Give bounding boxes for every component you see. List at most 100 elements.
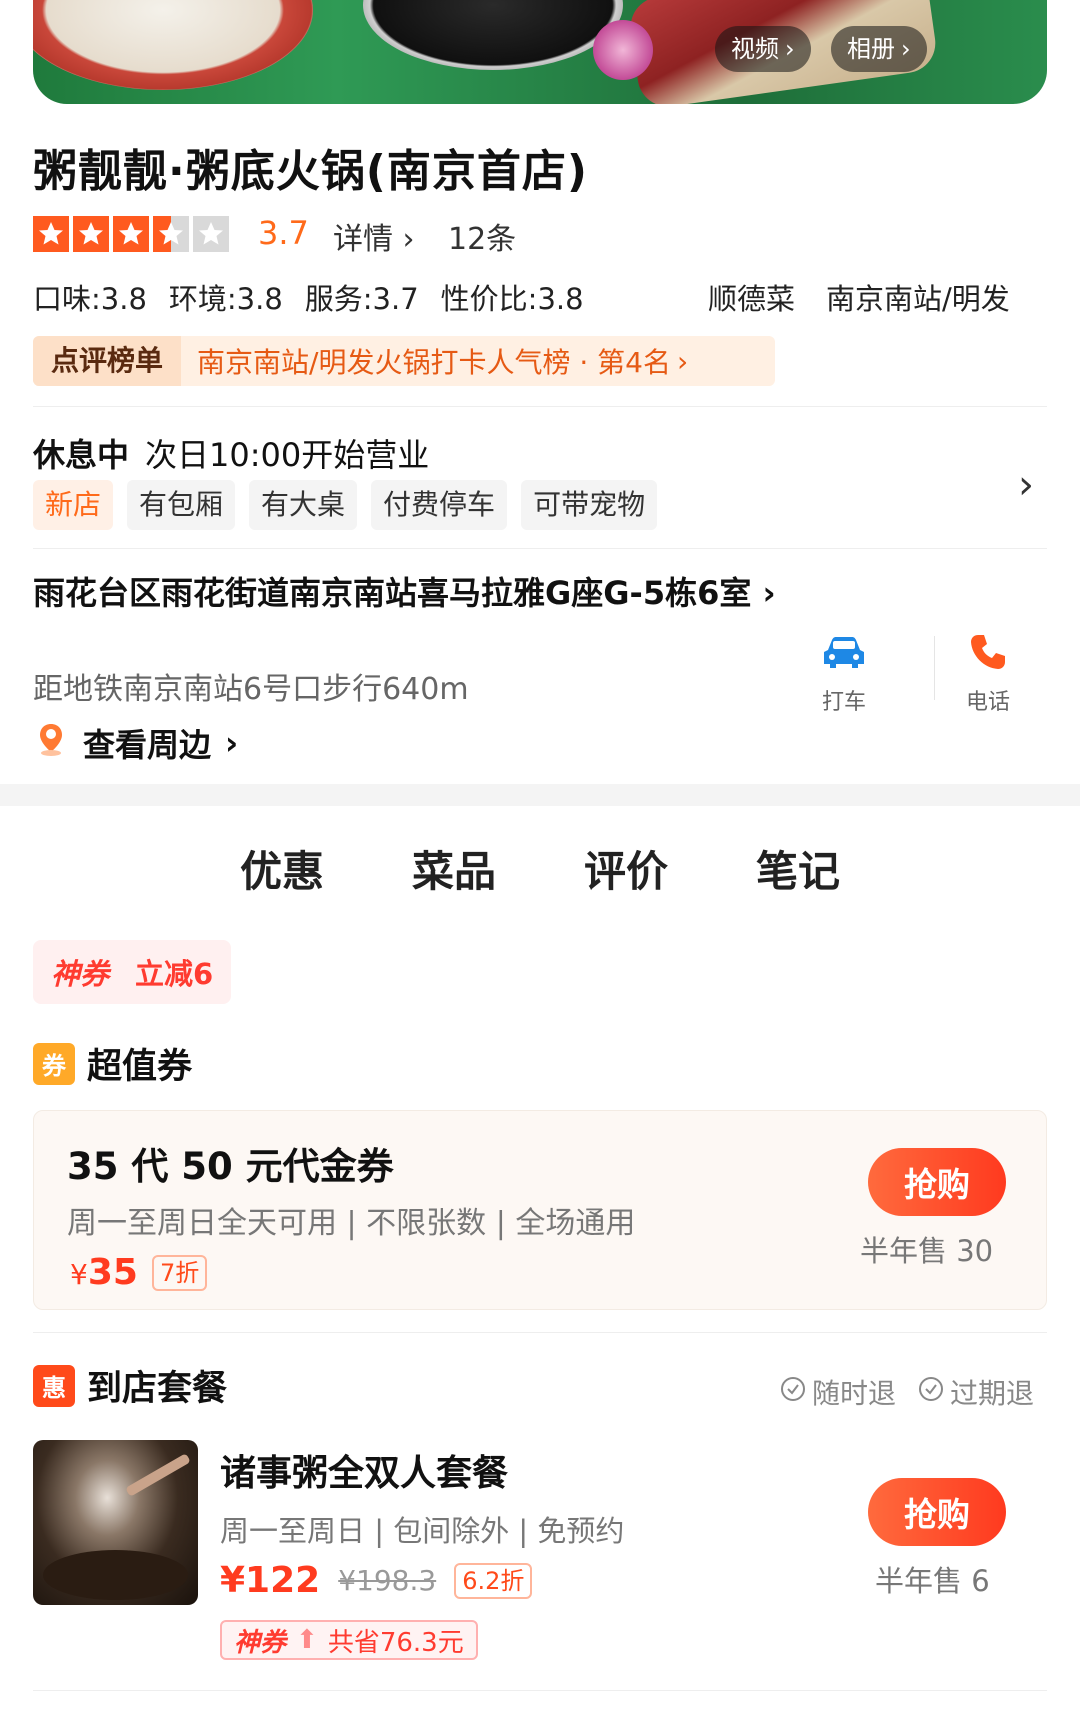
coupon-pill[interactable]: 神券 立减6: [33, 940, 232, 1004]
chevron-right-icon: ›: [762, 574, 776, 612]
shop-address[interactable]: 雨花台区雨花街道南京南站喜马拉雅G座G-5栋6室 ›: [33, 570, 793, 616]
hours-next-open: 次日10:00开始营业: [145, 436, 430, 474]
divider: [33, 1332, 1047, 1333]
phone-button[interactable]: 电话: [966, 632, 1010, 716]
score-value: 性价比:3.8: [440, 282, 584, 316]
saving-label: 神券: [234, 1627, 287, 1658]
star-rating: [33, 216, 229, 252]
cuisine-category: 顺德菜: [708, 282, 796, 316]
voucher-section-title: 超值券: [87, 1047, 193, 1087]
score-taste: 口味:3.8: [33, 282, 147, 316]
divider: [33, 406, 1047, 407]
saving-text: 共省76.3元: [327, 1627, 464, 1658]
taxi-button[interactable]: 打车: [820, 632, 868, 716]
chevron-right-icon: ›: [785, 35, 795, 63]
rating-score: 3.7: [258, 214, 309, 252]
divider: [33, 548, 1047, 549]
pot-shape: [43, 1550, 188, 1600]
rating-detail-link[interactable]: 详情 ›: [333, 214, 415, 258]
refund-anytime-label: 随时退: [812, 1377, 897, 1410]
hero-banner[interactable]: 视频 › 相册 ›: [33, 0, 1047, 104]
location-pin-icon: [33, 721, 69, 765]
score-environment: 环境:3.8: [168, 282, 283, 316]
package-thumbnail[interactable]: [33, 1440, 198, 1605]
package-subtitle: 周一至周日 | 包间除外 | 免预约: [220, 1514, 625, 1548]
hero-hotpot-image: [363, 0, 623, 70]
voucher-price-value: 35: [87, 1252, 138, 1293]
voucher-icon: 券: [33, 1042, 75, 1085]
video-label: 视频: [731, 35, 779, 63]
review-count[interactable]: 12条: [448, 214, 516, 258]
tab-deals[interactable]: 优惠: [235, 838, 328, 903]
check-circle-icon: [780, 1376, 806, 1409]
ranking-tag: 点评榜单: [33, 336, 182, 386]
coupon-saving-badge: 神券 ⬆ 共省76.3元: [220, 1620, 478, 1660]
tab-reviews[interactable]: 评价: [580, 838, 672, 899]
voucher-subtitle: 周一至周日全天可用 | 不限张数 | 全场通用: [67, 1206, 636, 1241]
chevron-right-icon: ›: [225, 724, 239, 762]
package-discount-badge: 6.2折: [454, 1562, 533, 1599]
ranking-banner[interactable]: 点评榜单 南京南站/明发火锅打卡人气榜 · 第4名 ›: [33, 336, 775, 386]
voucher-price: ¥35 7折: [70, 1252, 208, 1293]
divider: [33, 1690, 1047, 1691]
tag-paid-parking: 付费停车: [371, 480, 508, 530]
hours-status: 休息中: [33, 436, 130, 474]
shop-area: 南京南站/明发: [826, 282, 1010, 316]
detail-label: 详情: [333, 222, 393, 257]
refund-badges: 随时退 过期退: [780, 1372, 1034, 1412]
check-circle-icon: [918, 1376, 944, 1409]
sub-scores: 口味:3.8 环境:3.8 服务:3.7 性价比:3.8: [33, 276, 584, 318]
facility-tags: 新店 有包厢 有大桌 付费停车 可带宠物: [33, 480, 658, 530]
taxi-label: 打车: [821, 690, 866, 715]
chevron-right-icon: ›: [402, 222, 415, 257]
star-icon: [113, 216, 149, 252]
album-button[interactable]: 相册 ›: [831, 26, 927, 72]
tag-new-store: 新店: [33, 480, 114, 530]
star-icon: [73, 216, 109, 252]
tab-bar: 优惠 菜品 评价 笔记: [0, 838, 1080, 903]
package-price: ¥122 ¥198.3 6.2折: [220, 1560, 533, 1601]
voucher-buy-button[interactable]: 抢购: [868, 1148, 1006, 1216]
nearby-label: 查看周边: [83, 726, 212, 764]
metro-distance: 距地铁南京南站6号口步行640m: [33, 672, 469, 707]
tag-private-room: 有包厢: [127, 480, 236, 530]
package-icon: 惠: [33, 1364, 75, 1407]
voucher-section-header: 券 超值券: [33, 1038, 192, 1089]
album-label: 相册: [847, 35, 895, 63]
package-title[interactable]: 诸事粥全双人套餐: [220, 1444, 508, 1496]
chevron-right-icon: ›: [901, 35, 911, 63]
video-button[interactable]: 视频 ›: [715, 26, 811, 72]
divider: [934, 636, 935, 700]
package-buy-button[interactable]: 抢购: [868, 1478, 1006, 1546]
refund-expired: 过期退: [918, 1372, 1034, 1412]
ranking-text: 南京南站/明发火锅打卡人气榜 · 第4名: [197, 346, 671, 379]
shop-name: 粥靓靓·粥底火锅(南京首店): [33, 146, 588, 197]
score-service: 服务:3.7: [304, 282, 419, 316]
half-star-icon: [153, 216, 189, 252]
package-current-price: ¥122: [220, 1560, 321, 1601]
view-nearby-link[interactable]: 查看周边 ›: [33, 720, 238, 766]
phone-label: 电话: [966, 690, 1011, 715]
star-icon: [33, 216, 69, 252]
tag-pet-friendly: 可带宠物: [521, 480, 658, 530]
spoon-shape: [125, 1453, 191, 1497]
coupon-label: 神券: [51, 957, 110, 991]
package-original-price: ¥198.3: [338, 1564, 437, 1597]
voucher-sold-count: 半年售 30: [860, 1234, 994, 1268]
coupon-text: 立减6: [135, 957, 214, 991]
car-icon: [820, 632, 868, 678]
hero-plate-image: [33, 0, 313, 90]
arrow-up-icon: ⬆: [296, 1625, 318, 1655]
chevron-right-icon[interactable]: ›: [1018, 462, 1034, 508]
hero-flower-image: [593, 20, 653, 80]
empty-star-icon: [193, 216, 229, 252]
tab-notes[interactable]: 笔记: [752, 838, 844, 899]
business-hours[interactable]: 休息中 次日10:00开始营业: [33, 430, 429, 476]
package-section-title: 到店套餐: [87, 1369, 228, 1409]
voucher-title: 35 代 50 元代金券: [67, 1145, 394, 1188]
address-text: 雨花台区雨花街道南京南站喜马拉雅G座G-5栋6室: [33, 574, 752, 612]
tag-large-table: 有大桌: [249, 480, 358, 530]
section-gap: [0, 784, 1080, 806]
chevron-right-icon: ›: [676, 344, 689, 378]
tab-dishes[interactable]: 菜品: [408, 838, 500, 899]
